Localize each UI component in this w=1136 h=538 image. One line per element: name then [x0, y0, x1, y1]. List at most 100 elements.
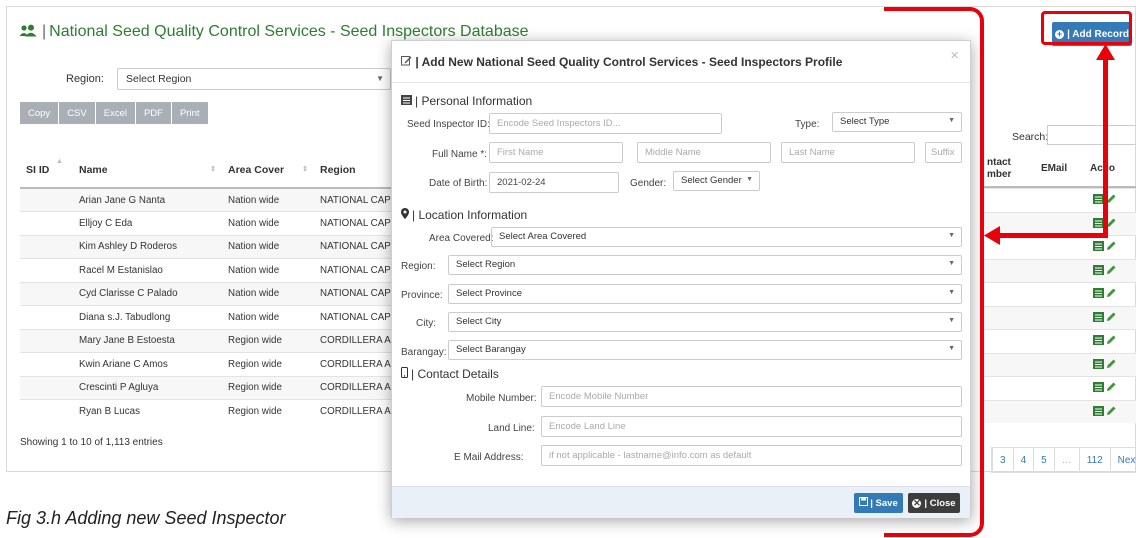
row-action-icons — [1093, 264, 1116, 278]
view-list-icon[interactable] — [1093, 241, 1104, 254]
page-title-text: National Seed Quality Control Services -… — [49, 23, 529, 40]
edit-pencil-icon[interactable] — [1106, 265, 1116, 278]
table-row-actions — [983, 282, 1136, 306]
view-list-icon[interactable] — [1093, 311, 1104, 325]
page-3-link[interactable]: 3 — [992, 448, 1013, 472]
column-header-email[interactable]: EMail — [1041, 163, 1067, 174]
next-page-link[interactable]: Next — [1109, 448, 1136, 472]
region-filter-value: Select Region — [126, 73, 192, 85]
edit-pencil-icon[interactable] — [1106, 406, 1116, 419]
land-line-label: Land Line: — [488, 423, 535, 434]
users-icon — [19, 24, 37, 43]
page-ellipsis: … — [1053, 448, 1079, 472]
edit-pencil-icon[interactable] — [1106, 359, 1116, 372]
table-row-actions — [983, 235, 1136, 259]
figure-caption: Fig 3.h Adding new Seed Inspector — [6, 508, 286, 528]
modal-title-text: | Add New National Seed Quality Control … — [415, 55, 843, 69]
edit-pencil-icon[interactable] — [1106, 312, 1116, 325]
csv-button[interactable]: CSV — [59, 102, 95, 124]
view-list-icon[interactable] — [1093, 264, 1104, 278]
row-action-icons — [1093, 335, 1116, 348]
page-5-link[interactable]: 5 — [1033, 448, 1054, 472]
barangay-label: Barangay: — [401, 347, 447, 358]
region-filter-select[interactable]: Select Region ▼ — [117, 68, 391, 90]
table-row-actions — [983, 376, 1136, 400]
sort-icon: ▲ — [56, 158, 63, 165]
edit-pencil-icon[interactable] — [1106, 241, 1116, 254]
dob-input[interactable]: 2021-02-24 — [489, 172, 619, 193]
edit-pencil-icon[interactable] — [1106, 288, 1116, 301]
chevron-down-icon: ▼ — [376, 74, 384, 83]
entries-info: Showing 1 to 10 of 1,113 entries — [20, 437, 163, 448]
annotation-connector-horizontal — [996, 233, 1108, 238]
row-action-icons — [1093, 358, 1116, 372]
sort-icon: ⇕ — [302, 166, 308, 173]
sort-icon: ⇕ — [210, 166, 216, 173]
first-name-input[interactable]: First Name — [489, 142, 623, 163]
table-right-columns: ntactmber EMail Actio — [983, 152, 1136, 423]
mobile-phone-icon — [401, 367, 408, 381]
personal-info-heading: | Personal Information — [401, 94, 532, 108]
type-label: Type: — [795, 119, 820, 130]
gender-select[interactable]: Select Gender ▼ — [673, 171, 760, 191]
row-action-icons — [1093, 288, 1116, 301]
location-info-heading: | Location Information — [401, 208, 527, 222]
table-row-actions — [983, 305, 1136, 329]
dob-label: Date of Birth: — [429, 178, 488, 189]
region-filter-label: Region: — [66, 73, 104, 85]
row-action-icons — [1093, 241, 1116, 254]
pagination: 3 4 5 … 112 Next — [991, 447, 1136, 473]
annotation-bracket — [884, 7, 984, 537]
title-separator: | — [42, 23, 47, 40]
row-action-icons — [1093, 311, 1116, 325]
annotation-highlight-box — [1041, 11, 1132, 45]
view-list-icon[interactable] — [1093, 382, 1104, 395]
pdf-button[interactable]: PDF — [135, 102, 171, 124]
row-action-icons — [1093, 405, 1116, 419]
province-label: Province: — [401, 290, 443, 301]
annotation-connector-vertical — [1103, 58, 1108, 238]
gender-label: Gender: — [630, 178, 667, 189]
view-list-icon[interactable] — [1093, 288, 1104, 301]
full-name-label: Full Name *: — [432, 149, 488, 160]
arrow-left-icon — [984, 226, 1000, 245]
edit-icon — [401, 55, 412, 69]
edit-pencil-icon[interactable] — [1106, 382, 1116, 395]
row-action-icons — [1093, 382, 1116, 395]
right-columns-header: ntactmber EMail Actio — [983, 152, 1136, 188]
inspector-id-label: Seed Inspector ID: — [407, 119, 490, 130]
search-input[interactable] — [1047, 125, 1136, 145]
excel-button[interactable]: Excel — [95, 102, 135, 124]
table-row-actions — [983, 329, 1136, 353]
list-icon — [401, 94, 412, 108]
page-112-link[interactable]: 112 — [1078, 448, 1110, 472]
contact-details-heading: | Contact Details — [401, 367, 499, 381]
page-4-link[interactable]: 4 — [1012, 448, 1034, 472]
modal-title: | Add New National Seed Quality Control … — [401, 55, 842, 69]
middle-name-input[interactable]: Middle Name — [637, 142, 771, 163]
edit-pencil-icon[interactable] — [1106, 335, 1116, 348]
column-header-name[interactable]: Name ⇕ — [73, 152, 222, 189]
column-header-area-cover[interactable]: Area Cover ⇕ — [222, 152, 314, 189]
search-label: Search: — [1012, 131, 1049, 143]
table-row-actions — [983, 352, 1136, 376]
table-row-actions — [983, 399, 1136, 423]
view-list-icon[interactable] — [1093, 358, 1104, 372]
view-list-icon[interactable] — [1093, 405, 1104, 419]
chevron-down-icon: ▼ — [746, 176, 753, 183]
export-toolbar: Copy CSV Excel PDF Print — [20, 102, 208, 124]
copy-button[interactable]: Copy — [20, 102, 59, 124]
save-icon — [859, 497, 869, 509]
email-label: E Mail Address: — [454, 452, 524, 463]
map-marker-icon — [401, 208, 409, 222]
city-label: City: — [416, 318, 436, 329]
column-header-si-id[interactable]: SI ID ▲ — [20, 152, 73, 189]
table-row-actions — [983, 258, 1136, 282]
view-list-icon[interactable] — [1093, 335, 1104, 348]
region-label: Region: — [401, 261, 436, 272]
print-button[interactable]: Print — [171, 102, 208, 124]
inspector-id-input[interactable]: Encode Seed Inspectors ID... — [489, 113, 722, 134]
mobile-number-label: Mobile Number: — [466, 393, 537, 404]
arrow-up-icon — [1096, 44, 1115, 60]
table-row-actions — [983, 211, 1136, 235]
